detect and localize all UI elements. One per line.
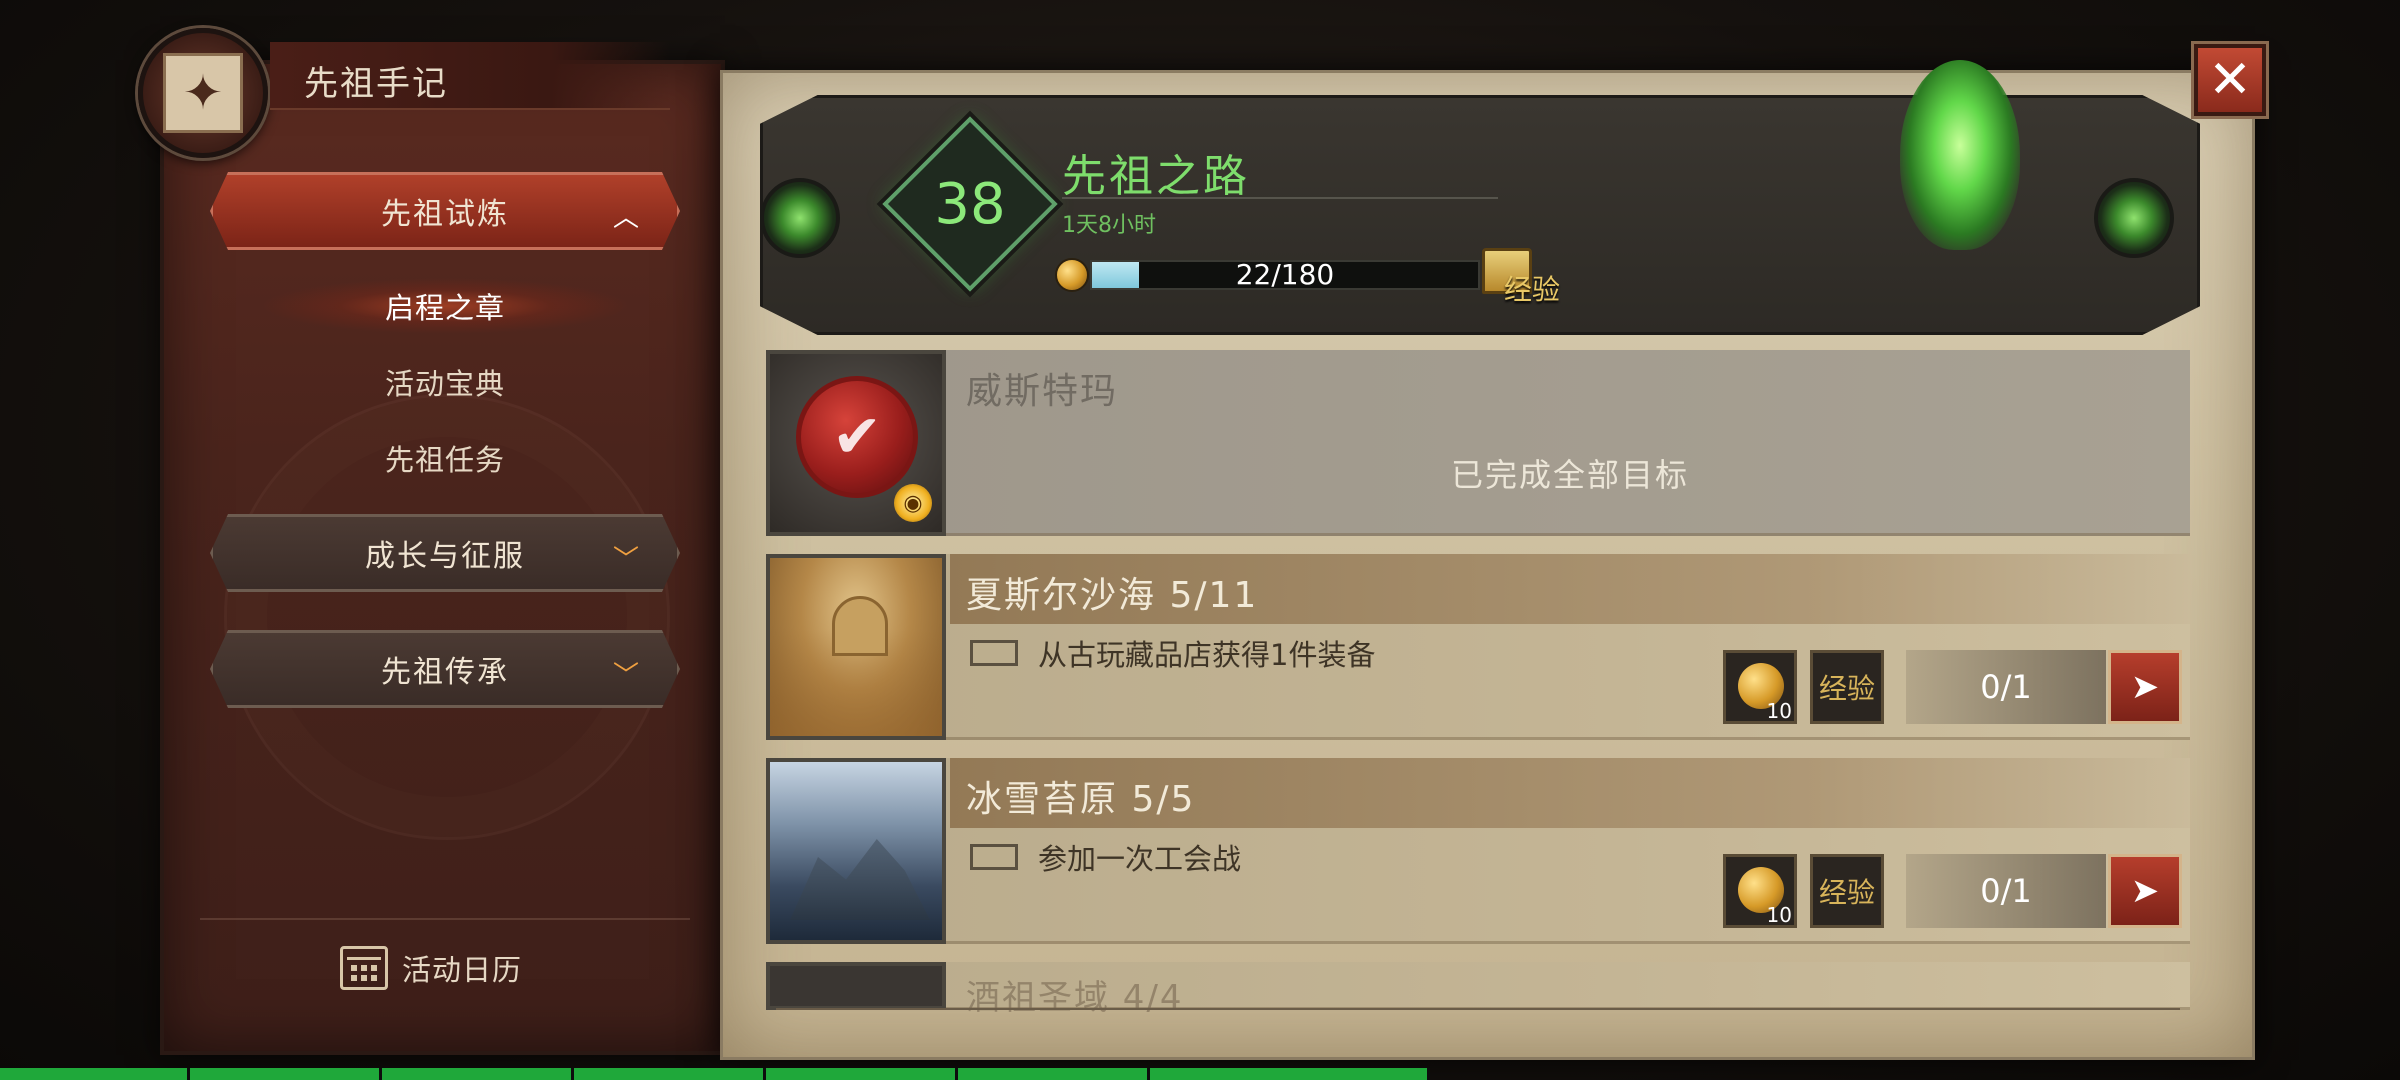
location-pin-icon: ◉: [894, 484, 932, 522]
reward-coin-slot[interactable]: 10: [1723, 650, 1797, 724]
chevron-down-icon: ﹀: [612, 545, 639, 575]
reward-quantity: 10: [1766, 903, 1792, 927]
right-green-orb-icon: [2094, 178, 2174, 258]
sidebar-item-ancestor-quests[interactable]: 先祖任务: [260, 430, 630, 486]
xp-progress-text: 22/180: [1235, 258, 1335, 291]
window-title: 先祖手记: [304, 64, 448, 104]
snow-tundra-thumbnail: [790, 839, 930, 920]
quest-title-band: [950, 350, 2190, 420]
xp-coin-icon: [1055, 258, 1089, 292]
navigate-arrow-icon: ➤: [2130, 667, 2160, 707]
wax-seal-check-icon: ✔: [796, 376, 918, 498]
reward-coin-slot[interactable]: 10: [1723, 854, 1797, 928]
status-segment: [190, 1068, 382, 1080]
status-segment: [382, 1068, 574, 1080]
quest-card-westmarch[interactable]: ✔ ◉ 威斯特玛 已完成全部目标: [766, 350, 2190, 536]
quest-thumbnail: ✔ ◉: [766, 350, 946, 536]
quest-task: 从古玩藏品店获得1件装备: [970, 632, 1375, 674]
reward-exp-label: 经验: [1818, 672, 1875, 705]
navigate-button[interactable]: ➤: [2108, 854, 2182, 928]
reward-exp-slot[interactable]: 经验: [1810, 650, 1884, 724]
nav-section-ancestor-trial[interactable]: 先祖试炼 ︿: [210, 172, 680, 250]
status-segment: [766, 1068, 958, 1080]
quest-card-desert-sea[interactable]: 夏斯尔沙海 5/11 从古玩藏品店获得1件装备 10 经验 0/1 ➤: [766, 554, 2190, 740]
quest-title-partial: 酒祖圣域 4/4: [966, 978, 1184, 1018]
status-segment: [958, 1068, 1150, 1080]
navigate-button[interactable]: ➤: [2108, 650, 2182, 724]
sidebar-item-start-chapter[interactable]: 启程之章: [260, 278, 630, 334]
chevron-down-icon: ﹀: [612, 661, 639, 691]
sidebar-item-label: 活动宝典: [384, 367, 505, 401]
reward-chest-label: 经验: [1504, 273, 1561, 306]
nav-section-label: 成长与征服: [365, 539, 525, 574]
status-segment: [1150, 1068, 1430, 1080]
event-calendar-label: 活动日历: [402, 953, 523, 987]
task-text: 参加一次工会战: [1038, 842, 1242, 876]
quest-progress: 0/1: [1906, 854, 2106, 928]
quest-title: 冰雪苔原 5/5: [966, 779, 1196, 820]
calendar-icon: [340, 946, 388, 990]
quest-progress-text: 0/1: [1980, 872, 2032, 910]
nav-section-ancestor-legacy[interactable]: 先祖传承 ﹀: [210, 630, 680, 708]
close-button[interactable]: ✕: [2194, 44, 2266, 116]
task-checkbox: [970, 640, 1018, 666]
compass-star-icon: ✦: [163, 53, 243, 133]
path-title-underline: [1062, 197, 1498, 199]
quest-thumbnail: [766, 962, 946, 1010]
window-title-bar: 先祖手记: [270, 42, 670, 110]
task-text: 从古玩藏品店获得1件装备: [1038, 638, 1376, 672]
reward-quantity: 10: [1766, 699, 1792, 723]
list-bottom-border: [776, 1008, 2180, 1010]
green-spirit-crest-icon: [1900, 60, 2020, 250]
sidebar-divider: [200, 918, 690, 920]
quest-card-snow-tundra[interactable]: 冰雪苔原 5/5 参加一次工会战 10 经验 0/1 ➤: [766, 758, 2190, 944]
quest-progress: 0/1: [1906, 650, 2106, 724]
journal-emblem-icon: ✦: [138, 28, 268, 158]
quest-thumbnail: [766, 554, 946, 740]
event-calendar-button[interactable]: 活动日历: [340, 940, 522, 996]
quest-title: 威斯特玛: [966, 371, 1119, 412]
chevron-up-icon: ︿: [612, 203, 639, 233]
nav-section-growth-conquest[interactable]: 成长与征服 ﹀: [210, 514, 680, 592]
status-segment: [574, 1068, 766, 1080]
level-number: 38: [934, 171, 1006, 237]
nav-section-label: 先祖试炼: [381, 197, 509, 232]
desert-city-thumbnail: [832, 596, 888, 656]
quest-task: 参加一次工会战: [970, 836, 1241, 878]
sidebar-item-label: 先祖任务: [384, 443, 505, 477]
quest-title: 夏斯尔沙海 5/11: [966, 575, 1259, 616]
sidebar-item-event-codex[interactable]: 活动宝典: [260, 354, 630, 410]
nav-section-label: 先祖传承: [381, 655, 509, 690]
quest-progress-text: 0/1: [1980, 668, 2032, 706]
reward-exp-label: 经验: [1818, 876, 1875, 909]
task-checkbox: [970, 844, 1018, 870]
time-remaining: 1天8小时: [1062, 213, 1156, 238]
bottom-status-strip: [0, 1068, 2400, 1080]
path-title: 先祖之路: [1062, 151, 1250, 202]
status-segment: [0, 1068, 190, 1080]
reward-exp-slot[interactable]: 经验: [1810, 854, 1884, 928]
left-green-orb-icon: [760, 178, 840, 258]
quest-complete-message: 已完成全部目标: [1450, 456, 1689, 494]
sidebar-item-label: 启程之章: [384, 291, 505, 325]
navigate-arrow-icon: ➤: [2130, 871, 2160, 911]
quest-thumbnail: [766, 758, 946, 944]
